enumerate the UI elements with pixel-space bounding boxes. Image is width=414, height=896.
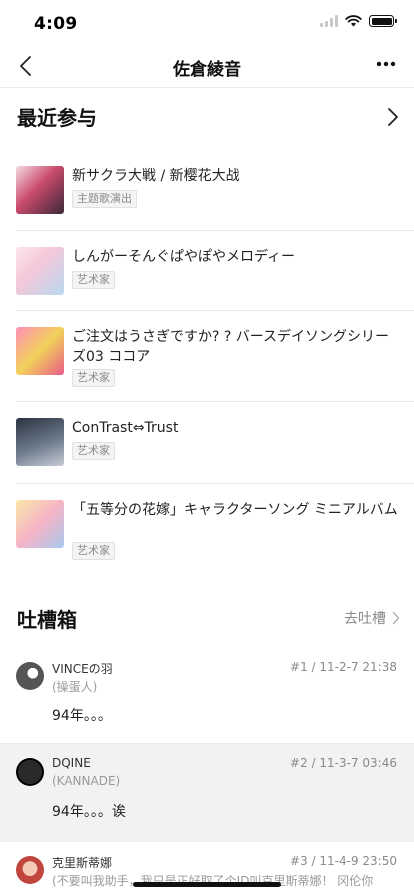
- more-icon[interactable]: [376, 58, 396, 70]
- item-tag: 主题歌演出: [72, 190, 137, 208]
- item-tag: 艺术家: [72, 271, 115, 289]
- comment-text: 94年。。。: [52, 708, 112, 724]
- list-item[interactable]: 「五等分の花嫁」キャラクターソング ミニアルバム 艺术家: [16, 484, 414, 580]
- comment-meta: #1 / 11-2-7 21:38: [290, 660, 397, 674]
- list-item[interactable]: しんがーそんぐぱやぽやメロディー 艺术家: [16, 231, 414, 311]
- recent-header[interactable]: 最近参与: [17, 98, 400, 138]
- album-cover: [16, 500, 64, 548]
- item-title: しんがーそんぐぱやぽやメロディー: [72, 249, 296, 265]
- status-time: 4:09: [34, 14, 78, 34]
- go-comment-button[interactable]: 去吐槽: [344, 608, 400, 628]
- comment-text: 94年。。。诶: [52, 804, 126, 820]
- album-cover: [16, 166, 64, 214]
- album-cover: [16, 327, 64, 375]
- item-title: 新サクラ大戦 / 新樱花大战: [72, 168, 240, 184]
- signal-icon: [320, 15, 338, 27]
- comment-row[interactable]: DQINE (KANNADE) #2 / 11-3-7 03:46 94年。。。…: [0, 744, 414, 842]
- chevron-right-icon: [392, 611, 400, 625]
- album-cover: [16, 247, 64, 295]
- avatar[interactable]: [16, 662, 44, 690]
- go-comment-label: 去吐槽: [344, 611, 386, 627]
- item-title: 「五等分の花嫁」キャラクターソング ミニアルバム: [72, 502, 398, 518]
- avatar[interactable]: [16, 856, 44, 884]
- comments-header: 吐槽箱 去吐槽: [17, 600, 400, 636]
- recent-title: 最近参与: [17, 106, 97, 130]
- comment-user-name[interactable]: DQINE: [52, 756, 91, 770]
- comment-user-name[interactable]: 克里斯蒂娜: [52, 854, 112, 871]
- comment-user-sign: (KANNADE): [52, 774, 121, 788]
- chevron-right-icon[interactable]: [386, 106, 400, 128]
- nav-bar: 佐倉綾音: [0, 46, 414, 88]
- status-bar: 4:09: [0, 0, 414, 46]
- comment-user-name[interactable]: VINCEの羽: [52, 660, 113, 677]
- comment-row[interactable]: VINCEの羽 (操蛋人) #1 / 11-2-7 21:38 94年。。。: [0, 648, 414, 744]
- item-title: ConTrast⇔Trust: [72, 420, 179, 436]
- list-item[interactable]: ご注文はうさぎですか? ? バースデイソングシリーズ03 ココア 艺术家: [16, 311, 414, 402]
- avatar[interactable]: [16, 758, 44, 786]
- item-title: ご注文はうさぎですか? ? バースデイソングシリーズ03 ココア: [72, 329, 390, 365]
- wifi-icon: [345, 15, 362, 27]
- comment-meta: #3 / 11-4-9 23:50: [290, 854, 397, 868]
- status-icons: [320, 15, 397, 27]
- battery-icon: [369, 15, 397, 27]
- list-item[interactable]: 新サクラ大戦 / 新樱花大战 主题歌演出: [16, 150, 414, 231]
- album-cover: [16, 418, 64, 466]
- comment-row[interactable]: 克里斯蒂娜 (不要叫我助手，我只是正好取了个ID叫克里斯蒂娜！ 冈伦你 #3 /…: [0, 842, 414, 896]
- page-title: 佐倉綾音: [173, 60, 241, 80]
- comment-user-sign: (操蛋人): [52, 680, 98, 694]
- list-item[interactable]: ConTrast⇔Trust 艺术家: [16, 402, 414, 484]
- comment-meta: #2 / 11-3-7 03:46: [290, 756, 397, 770]
- item-tag: 艺术家: [72, 442, 115, 460]
- item-tag: 艺术家: [72, 542, 115, 560]
- item-tag: 艺术家: [72, 369, 115, 387]
- home-indicator: [133, 882, 281, 887]
- comments-title: 吐槽箱: [17, 608, 77, 632]
